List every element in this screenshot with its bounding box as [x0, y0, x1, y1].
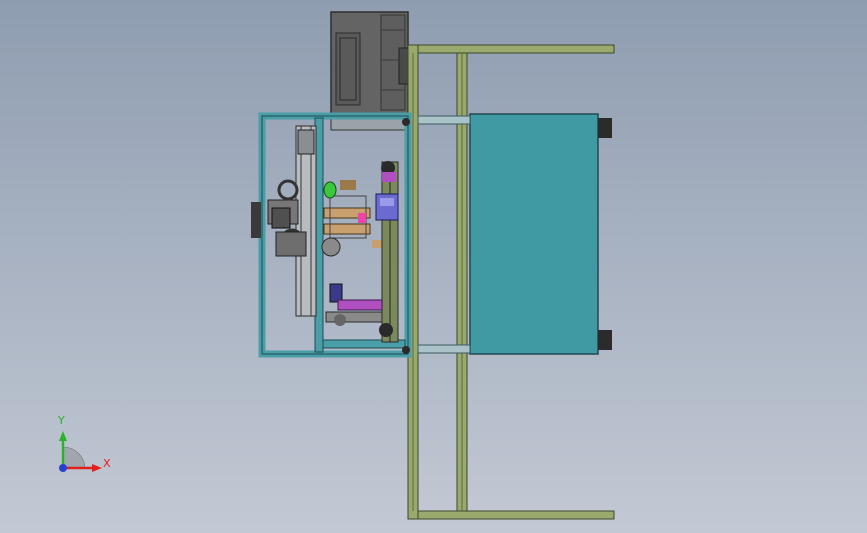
tank[interactable]: [417, 113, 612, 355]
y-axis-arrow: [59, 431, 67, 441]
y-axis-label: Y: [58, 414, 65, 427]
x-axis-label: X: [103, 457, 111, 470]
actuator-block[interactable]: [325, 283, 383, 326]
z-axis-dot: [59, 464, 67, 472]
x-axis-arrow: [92, 464, 102, 472]
assembly-model[interactable]: [0, 0, 867, 533]
motor-housing[interactable]: [330, 11, 409, 131]
feeding-mechanism[interactable]: [321, 180, 382, 257]
cad-viewport[interactable]: X Y: [0, 0, 867, 533]
axis-triad: [59, 431, 102, 472]
linear-slide[interactable]: [295, 125, 317, 317]
